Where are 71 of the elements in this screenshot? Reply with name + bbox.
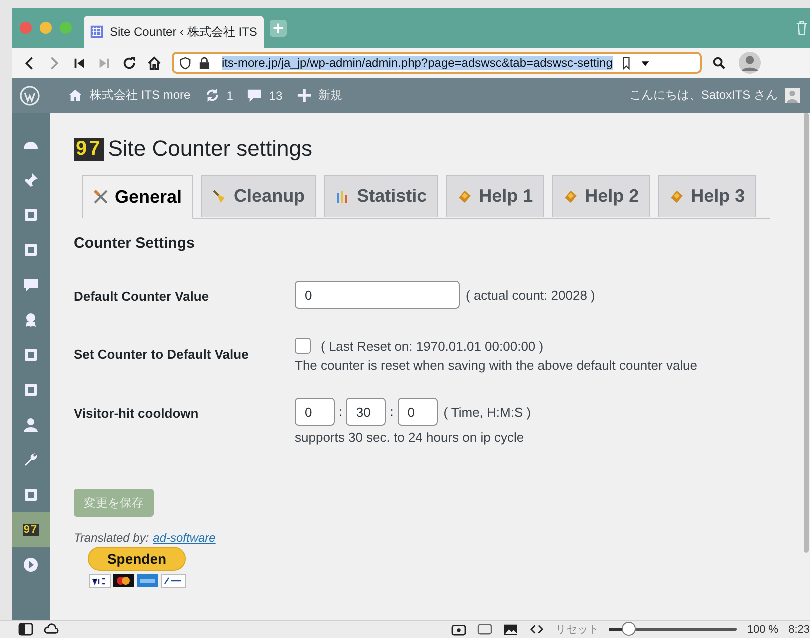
address-bar[interactable]: its-more.jp/ja_jp/wp-admin/admin.php?page=adswsc&tab=adswsc-setting [172,52,702,74]
trash-icon[interactable] [796,20,808,36]
settings-tab[interactable]: Cleanup [201,175,316,217]
reload-icon[interactable] [122,56,137,70]
help-text: supports 30 sec. to 24 hours on ip cycle [295,430,526,445]
play-icon[interactable] [23,556,39,572]
comment-icon[interactable] [23,276,39,292]
site-name-link[interactable]: 株式会社 ITS more [90,87,191,104]
new-tab-icon[interactable] [270,20,287,36]
settings-tab[interactable]: Help 3 [658,175,756,217]
image-icon[interactable] [503,623,520,636]
tools-icon [93,189,109,205]
time-separator: : [339,405,342,419]
user-icon[interactable] [23,416,39,432]
reset-zoom-button[interactable]: リセット [555,622,600,637]
shield-icon [180,56,191,70]
wrench-icon[interactable] [23,452,39,468]
settings-tab[interactable]: Statistic [324,175,438,217]
field-label: Default Counter Value [74,288,210,306]
payment-cards-icon [89,574,187,588]
settings-tab[interactable]: Help 1 [446,175,544,217]
search-icon[interactable] [712,56,727,70]
reset-checkbox[interactable] [295,338,311,354]
profile-icon[interactable] [739,52,761,74]
field-label: Visitor-hit cooldown [74,405,200,423]
sidebar-toggle-icon[interactable] [18,623,34,636]
refresh-icon [204,88,220,103]
award-icon[interactable] [23,312,39,328]
bookmark-icon[interactable] [620,56,632,70]
help-text: The counter is reset when saving with the above default counter value [295,358,698,373]
time-format-note: ( Time, H:M:S ) [444,404,532,420]
grid-icon [90,25,104,39]
code-icon[interactable] [529,623,546,636]
counter-logo: 97 [74,138,104,160]
translated-by-label: Translated by: [74,531,150,545]
lock-icon [199,56,210,70]
cloud-icon[interactable] [44,623,60,636]
new-link[interactable]: 新規 [318,87,343,104]
pin-icon[interactable] [23,172,39,188]
greeting-link[interactable]: こんにちは、SatoxITS さん [629,87,778,104]
scrollbar-thumb[interactable] [804,113,809,553]
section-heading: Counter Settings [74,235,195,252]
clock: 8:23 [788,624,810,636]
comments-count[interactable]: 13 [269,88,283,102]
page-title: Site Counter settings [108,136,312,162]
donate-button[interactable]: Spenden [88,547,186,571]
updates-count[interactable]: 1 [226,88,234,102]
home-icon [68,88,83,103]
settings-tab[interactable]: Help 2 [552,175,650,217]
zoom-level: 100 % [747,624,779,636]
settings-tab[interactable]: General [82,175,194,219]
seconds-field[interactable]: 0 [398,398,438,426]
camera-icon[interactable] [451,623,468,636]
comment-icon [247,88,262,103]
counter-value-field[interactable]: 0 [295,281,460,309]
home-icon[interactable] [147,56,162,70]
counter-logo[interactable]: 97 [22,524,40,536]
tab-title: Site Counter ‹ 株式会社 ITS [110,24,258,40]
hours-field[interactable]: 0 [295,398,335,426]
window-icon[interactable] [477,623,494,636]
minutes-field[interactable]: 30 [346,398,386,426]
url-text: its-more.jp/ja_jp/wp-admin/admin.php?page=adswsc&tab=adswsc-setting [222,56,613,70]
plus-icon [296,88,312,103]
time-separator: : [390,405,394,419]
translator-link[interactable]: ad-software [153,531,216,545]
field-label: Set Counter to Default Value [74,346,250,364]
zoom-slider-thumb[interactable] [622,622,636,636]
actual-count-note: ( actual count: 20028 ) [466,288,596,302]
wordpress-logo-icon[interactable] [20,86,40,106]
last-reset-note: ( Last Reset on: 1970.01.01 00:00:00 ) [321,338,544,354]
browser-tab[interactable]: Site Counter ‹ 株式会社 ITS [84,16,264,48]
